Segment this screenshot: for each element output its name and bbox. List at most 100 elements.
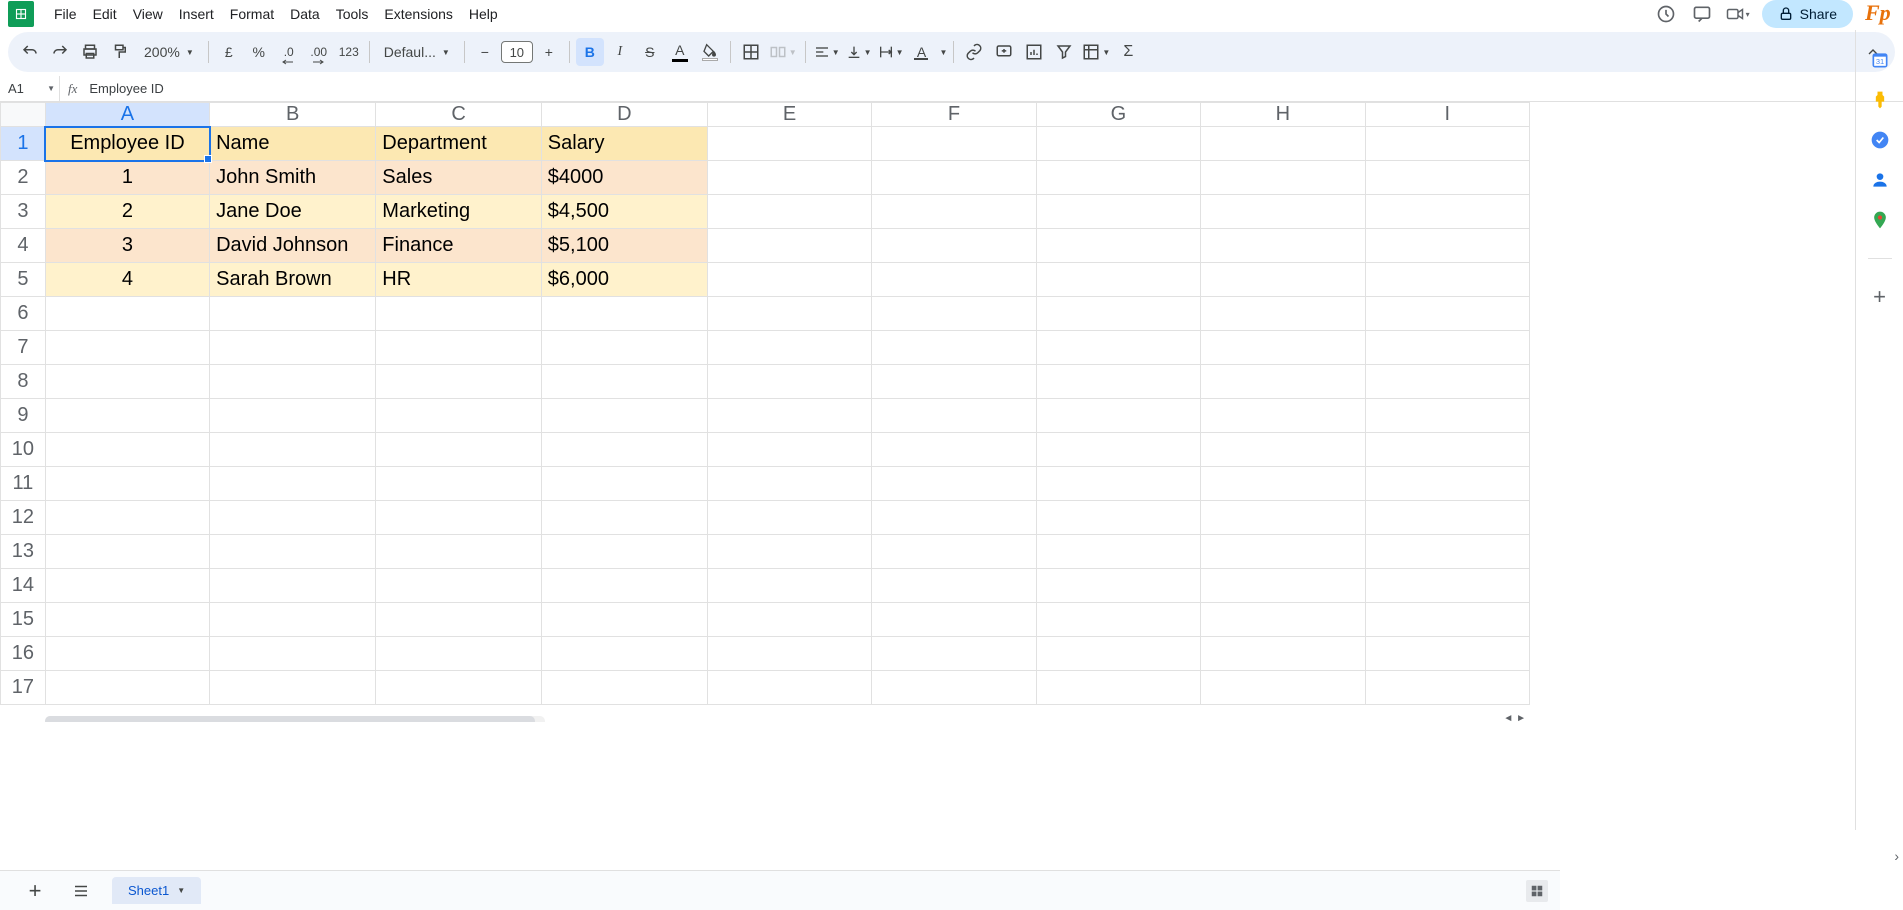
cell-G12[interactable] [1036, 501, 1200, 535]
cell-E4[interactable] [707, 229, 871, 263]
cell-D17[interactable] [541, 671, 707, 705]
italic-button[interactable]: I [606, 38, 634, 66]
font-selector[interactable]: Defaul...▼ [376, 44, 458, 60]
vertical-align-button[interactable]: ▼ [844, 38, 874, 66]
font-size-increase[interactable]: + [535, 38, 563, 66]
cell-F16[interactable] [872, 637, 1036, 671]
cell-B16[interactable] [210, 637, 376, 671]
cell-B17[interactable] [210, 671, 376, 705]
cell-B15[interactable] [210, 603, 376, 637]
row-header-7[interactable]: 7 [1, 331, 46, 365]
row-header-2[interactable]: 2 [1, 161, 46, 195]
cell-D9[interactable] [541, 399, 707, 433]
cell-E14[interactable] [707, 569, 871, 603]
cell-B13[interactable] [210, 535, 376, 569]
cell-G15[interactable] [1036, 603, 1200, 637]
cell-A5[interactable]: 4 [45, 263, 209, 297]
row-header-9[interactable]: 9 [1, 399, 46, 433]
cell-F11[interactable] [872, 467, 1036, 501]
row-header-3[interactable]: 3 [1, 195, 46, 229]
row-header-16[interactable]: 16 [1, 637, 46, 671]
side-panel-toggle[interactable]: › [1894, 848, 1899, 864]
cell-C4[interactable]: Finance [376, 229, 541, 263]
cell-H5[interactable] [1201, 263, 1365, 297]
functions-button[interactable]: Σ [1114, 38, 1142, 66]
cell-F13[interactable] [872, 535, 1036, 569]
row-header-11[interactable]: 11 [1, 467, 46, 501]
cell-G14[interactable] [1036, 569, 1200, 603]
cell-I7[interactable] [1365, 331, 1529, 365]
cell-E1[interactable] [707, 127, 871, 161]
print-button[interactable] [76, 38, 104, 66]
cell-B9[interactable] [210, 399, 376, 433]
cell-G16[interactable] [1036, 637, 1200, 671]
cell-F8[interactable] [872, 365, 1036, 399]
cell-I11[interactable] [1365, 467, 1529, 501]
comment-insert-button[interactable] [990, 38, 1018, 66]
cell-A17[interactable] [45, 671, 209, 705]
cell-E8[interactable] [707, 365, 871, 399]
cell-E11[interactable] [707, 467, 871, 501]
cell-A6[interactable] [45, 297, 209, 331]
cell-D3[interactable]: $4,500 [541, 195, 707, 229]
cell-D12[interactable] [541, 501, 707, 535]
cell-C7[interactable] [376, 331, 541, 365]
cell-A15[interactable] [45, 603, 209, 637]
cell-H15[interactable] [1201, 603, 1365, 637]
cell-A13[interactable] [45, 535, 209, 569]
link-button[interactable] [960, 38, 988, 66]
menu-edit[interactable]: Edit [85, 2, 125, 26]
cell-A7[interactable] [45, 331, 209, 365]
cell-E7[interactable] [707, 331, 871, 365]
cell-E15[interactable] [707, 603, 871, 637]
cell-I4[interactable] [1365, 229, 1529, 263]
cell-C9[interactable] [376, 399, 541, 433]
cell-D1[interactable]: Salary [541, 127, 707, 161]
cell-C2[interactable]: Sales [376, 161, 541, 195]
cell-F7[interactable] [872, 331, 1036, 365]
account-logo-icon[interactable]: Fp [1865, 0, 1893, 28]
cell-C11[interactable] [376, 467, 541, 501]
name-box[interactable]: A1 ▼ [0, 76, 60, 101]
cell-H6[interactable] [1201, 297, 1365, 331]
decrease-decimals-button[interactable]: .0 [275, 38, 303, 66]
cell-I3[interactable] [1365, 195, 1529, 229]
cell-C6[interactable] [376, 297, 541, 331]
cell-G5[interactable] [1036, 263, 1200, 297]
cell-E6[interactable] [707, 297, 871, 331]
redo-button[interactable] [46, 38, 74, 66]
cell-I9[interactable] [1365, 399, 1529, 433]
undo-button[interactable] [16, 38, 44, 66]
cell-F9[interactable] [872, 399, 1036, 433]
cell-I15[interactable] [1365, 603, 1529, 637]
cell-I10[interactable] [1365, 433, 1529, 467]
row-header-17[interactable]: 17 [1, 671, 46, 705]
cell-B7[interactable] [210, 331, 376, 365]
cell-B1[interactable]: Name [210, 127, 376, 161]
explore-button[interactable] [1526, 880, 1548, 902]
cell-B3[interactable]: Jane Doe [210, 195, 376, 229]
cell-C13[interactable] [376, 535, 541, 569]
cell-G13[interactable] [1036, 535, 1200, 569]
select-all-corner[interactable] [1, 103, 46, 127]
cell-C15[interactable] [376, 603, 541, 637]
cell-A9[interactable] [45, 399, 209, 433]
cell-A1[interactable]: Employee ID [45, 127, 209, 161]
cell-B6[interactable] [210, 297, 376, 331]
cell-I5[interactable] [1365, 263, 1529, 297]
cell-H1[interactable] [1201, 127, 1365, 161]
cell-G10[interactable] [1036, 433, 1200, 467]
cell-A10[interactable] [45, 433, 209, 467]
cell-G3[interactable] [1036, 195, 1200, 229]
col-header-H[interactable]: H [1201, 103, 1365, 127]
maps-icon[interactable] [1870, 210, 1890, 230]
cell-F10[interactable] [872, 433, 1036, 467]
cell-A2[interactable]: 1 [45, 161, 209, 195]
cell-F4[interactable] [872, 229, 1036, 263]
merge-button[interactable]: ▼ [767, 38, 799, 66]
cell-C8[interactable] [376, 365, 541, 399]
cell-G1[interactable] [1036, 127, 1200, 161]
menu-tools[interactable]: Tools [328, 2, 377, 26]
increase-decimals-button[interactable]: .00 [305, 38, 333, 66]
percent-button[interactable]: % [245, 38, 273, 66]
